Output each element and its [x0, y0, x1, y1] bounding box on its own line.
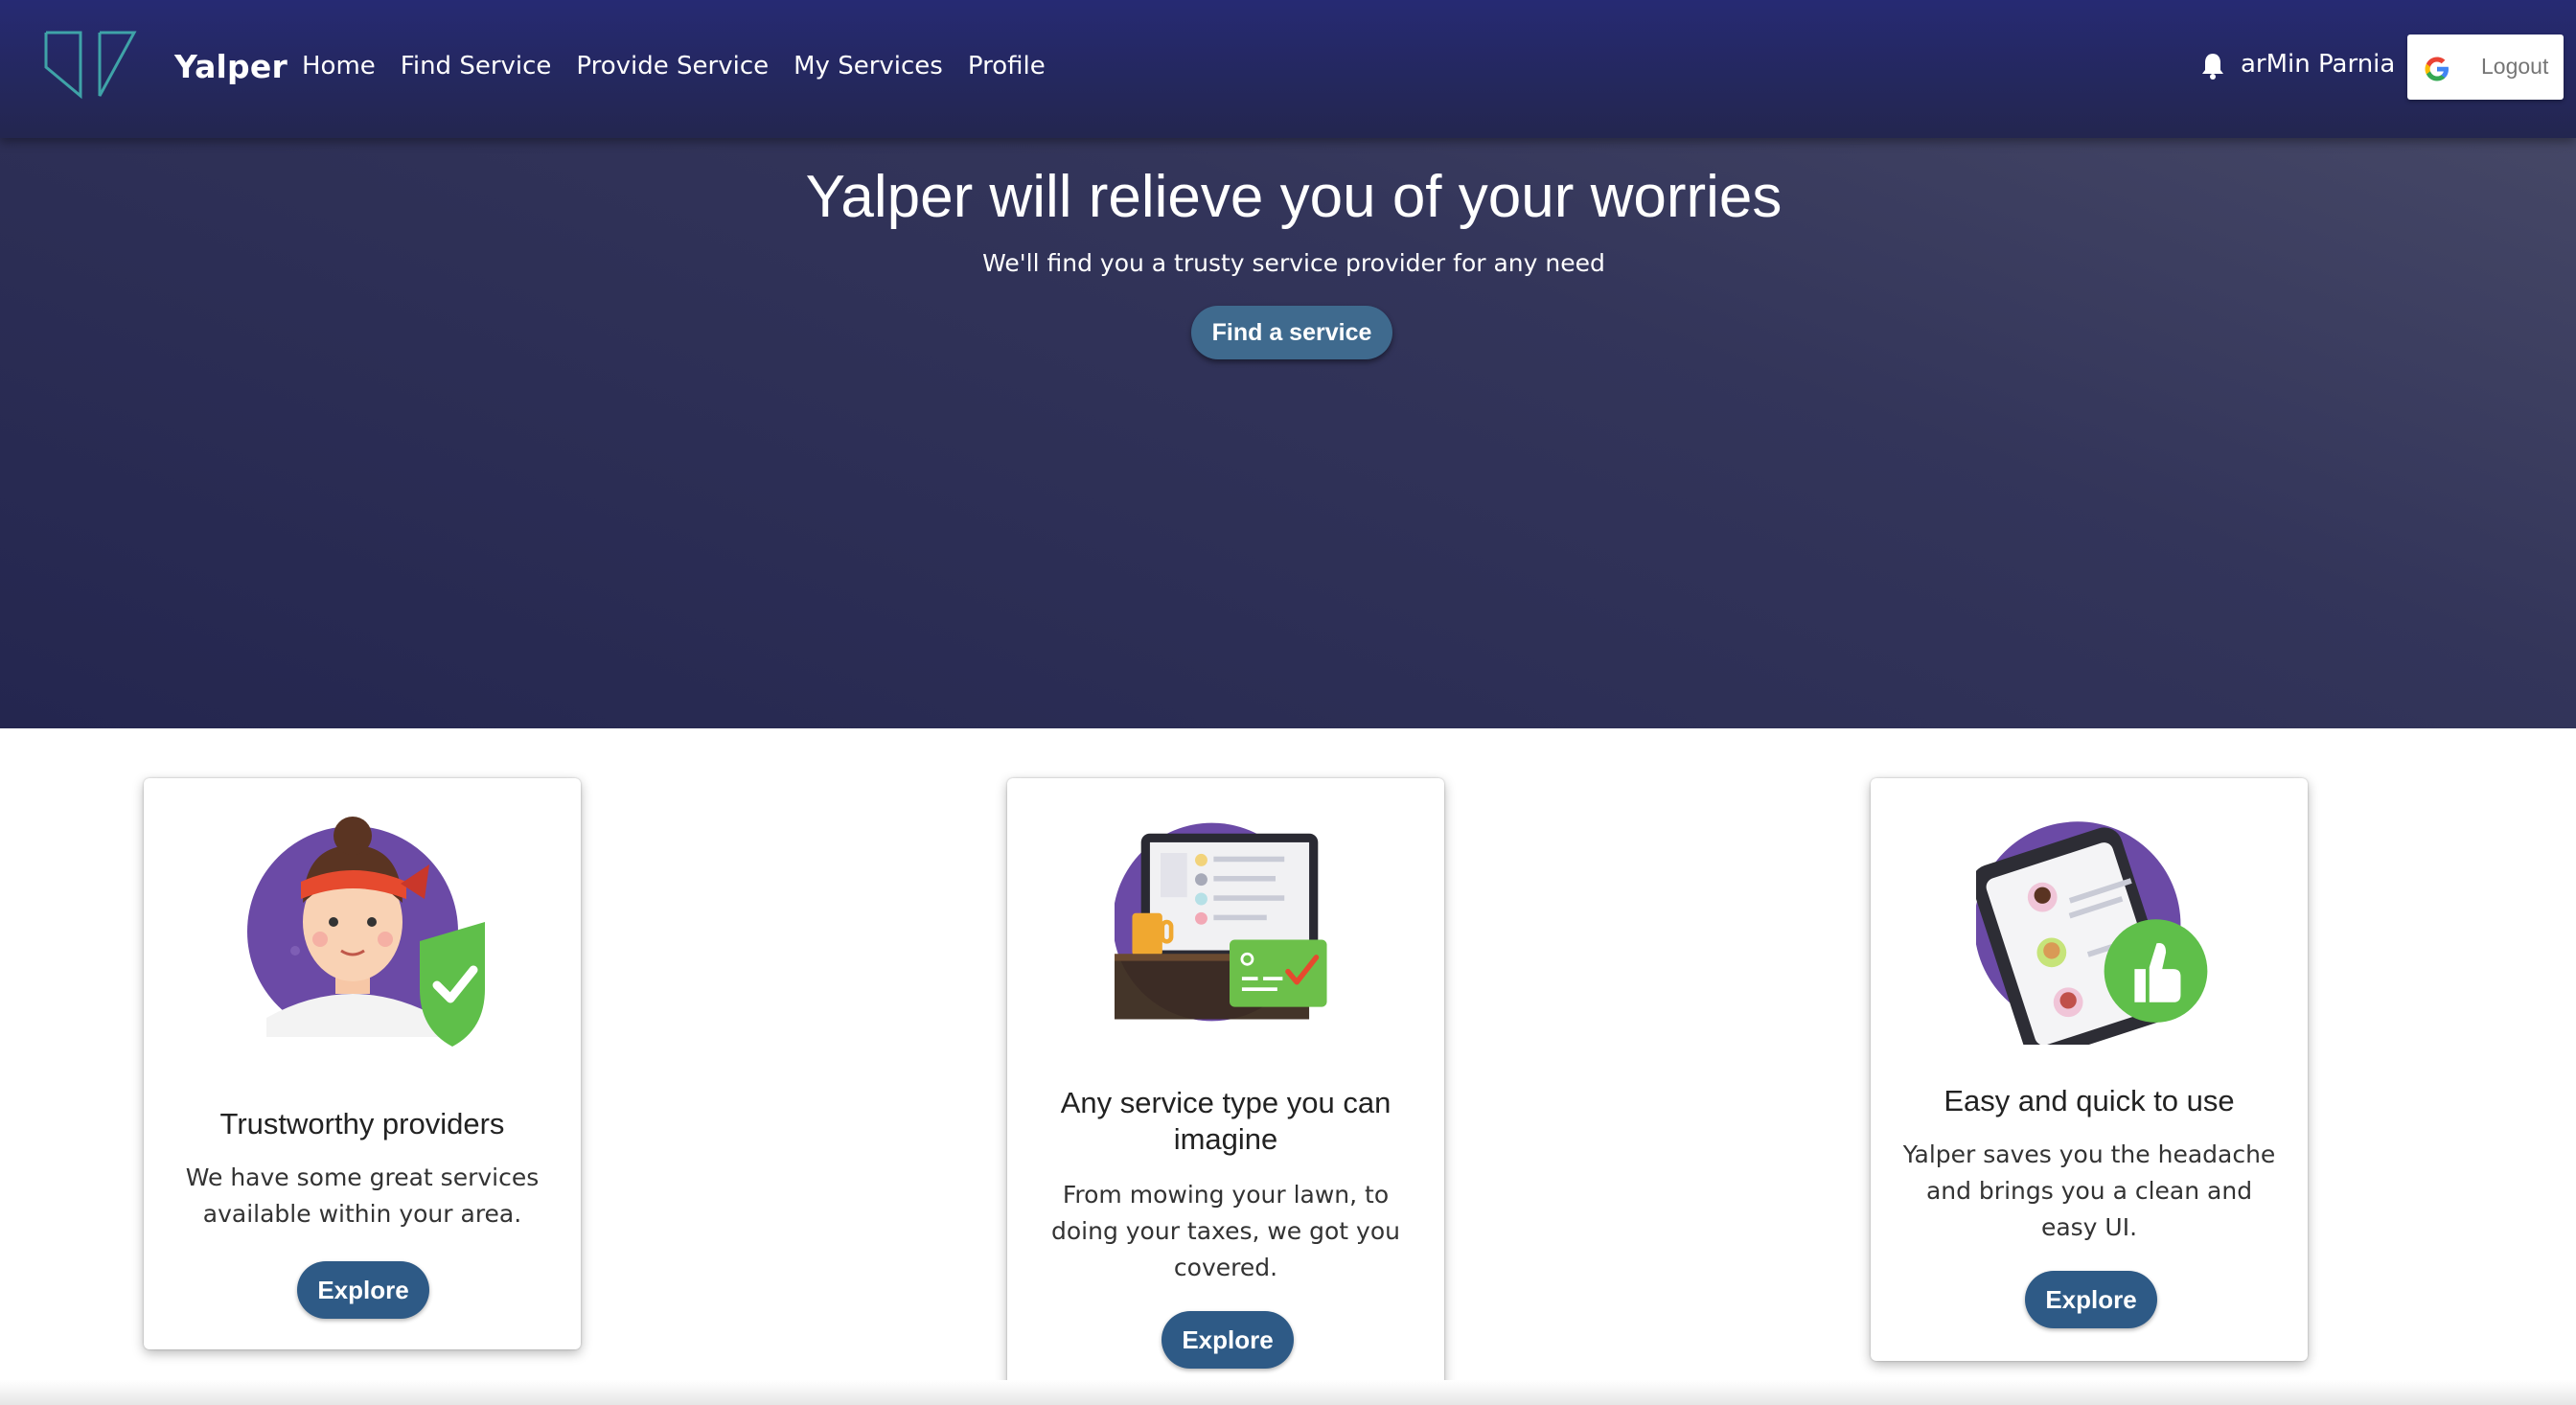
page-bottom-fade	[0, 1380, 2576, 1405]
phone-thumbs-up-illustration	[1976, 821, 2208, 1045]
card-text: Yalper saves you the headache and brings…	[1902, 1140, 2276, 1241]
laptop-services-illustration	[1115, 822, 1327, 1022]
card-title: Easy and quick to use	[1944, 1084, 2235, 1117]
nav-link-my-services[interactable]: My Services	[794, 52, 943, 81]
nav-links: Home Find Service Provide Service My Ser…	[302, 52, 1070, 81]
feature-card-trustworthy: Trustworthy providers We have some great…	[144, 778, 581, 1349]
trusted-person-shield-illustration	[247, 817, 485, 1047]
nav-link-home[interactable]: Home	[302, 52, 376, 81]
google-icon	[2425, 57, 2449, 81]
feature-card-service-types: Any service type you can imagine From mo…	[1007, 778, 1444, 1401]
explore-button[interactable]: Explore	[297, 1261, 429, 1319]
nav-link-profile[interactable]: Profile	[968, 52, 1046, 81]
hero-title: Yalper will relieve you of your worries	[805, 164, 1782, 230]
yalper-logo-icon[interactable]	[42, 29, 140, 104]
card-title: Trustworthy providers	[219, 1107, 505, 1140]
card-title: Any service type you can imagine	[1060, 1086, 1392, 1156]
brand-name[interactable]: Yalper	[174, 48, 288, 85]
card-text: We have some great services available wi…	[185, 1163, 540, 1228]
google-logout-button[interactable]: Logout	[2407, 35, 2564, 100]
hero-section: Yalper will relieve you of your worries …	[0, 138, 2576, 728]
explore-button[interactable]: Explore	[1162, 1311, 1294, 1369]
find-a-service-button[interactable]: Find a service	[1191, 306, 1392, 359]
hero-subtitle: We'll find you a trusty service provider…	[982, 249, 1605, 277]
top-navbar: Yalper Home Find Service Provide Service…	[0, 0, 2576, 138]
user-name[interactable]: arMin Parnia	[2241, 50, 2395, 79]
nav-link-provide-service[interactable]: Provide Service	[576, 52, 769, 81]
logout-label: Logout	[2481, 54, 2549, 79]
bell-icon[interactable]	[2200, 52, 2225, 81]
card-text: From mowing your lawn, to doing your tax…	[1050, 1181, 1400, 1281]
nav-link-find-service[interactable]: Find Service	[401, 52, 552, 81]
feature-card-easy-quick: Easy and quick to use Yalper saves you t…	[1871, 778, 2308, 1361]
explore-button[interactable]: Explore	[2025, 1271, 2157, 1328]
